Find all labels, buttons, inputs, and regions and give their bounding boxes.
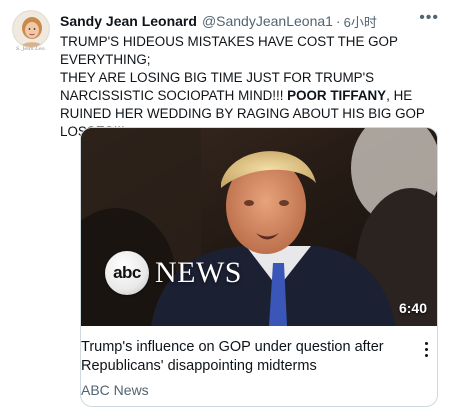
news-logo-text: NEWS bbox=[155, 256, 242, 289]
abc-news-logo: abc NEWS bbox=[105, 251, 242, 295]
more-vertical-icon[interactable] bbox=[421, 342, 431, 357]
tweet-timestamp[interactable]: 6小时 bbox=[344, 12, 377, 31]
tweet-text-line-1: TRUMP'S HIDEOUS MISTAKES HAVE COST THE G… bbox=[60, 34, 398, 67]
video-duration: 6:40 bbox=[398, 300, 427, 316]
author-name[interactable]: Sandy Jean Leonard bbox=[60, 13, 197, 29]
tweet-header: Sandy Jean Leonard @SandyJeanLeona1 · 6小… bbox=[60, 9, 439, 31]
abc-logo-circle: abc bbox=[105, 251, 149, 295]
author-handle[interactable]: @SandyJeanLeona1 bbox=[202, 13, 333, 29]
thumbnail-image bbox=[81, 128, 437, 326]
tweet-text-bold: POOR TIFFANY bbox=[287, 88, 387, 103]
separator-dot: · bbox=[335, 13, 341, 29]
tweet-text: TRUMP'S HIDEOUS MISTAKES HAVE COST THE G… bbox=[60, 33, 440, 141]
video-thumbnail[interactable]: abc NEWS 6:40 bbox=[81, 128, 437, 326]
avatar-photo bbox=[13, 11, 49, 47]
card-source: ABC News bbox=[81, 382, 149, 398]
link-card[interactable]: abc NEWS 6:40 Trump's influence on GOP u… bbox=[80, 127, 438, 407]
more-horizontal-icon[interactable]: ••• bbox=[419, 9, 439, 27]
abc-logo-text: abc bbox=[113, 263, 141, 282]
avatar-caption: S. Jean Leo. bbox=[16, 46, 46, 52]
card-title[interactable]: Trump's influence on GOP under question … bbox=[81, 338, 401, 376]
card-body[interactable]: Trump's influence on GOP under question … bbox=[81, 326, 437, 406]
avatar[interactable] bbox=[12, 10, 50, 48]
